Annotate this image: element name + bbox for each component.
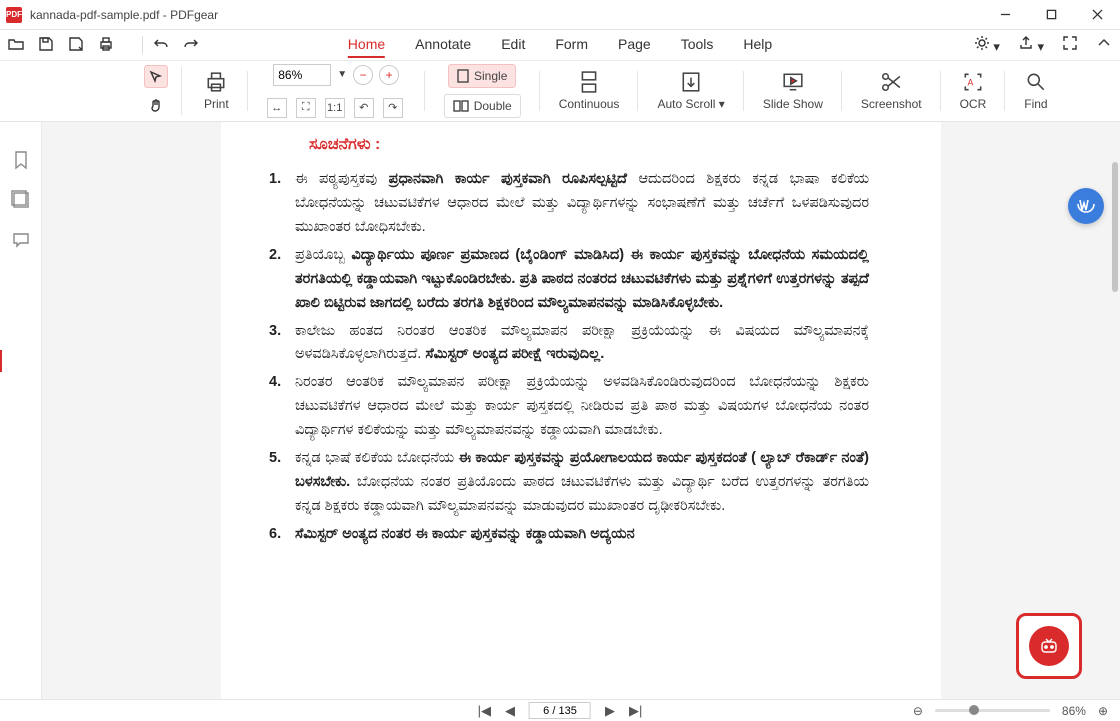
share-icon[interactable]: ▾ [1018, 35, 1044, 55]
titlebar: PDF kannada-pdf-sample.pdf - PDFgear [0, 0, 1120, 30]
menu-tools[interactable]: Tools [681, 32, 714, 58]
doc-heading: ಸೂಚನೆಗಳು : [269, 136, 869, 154]
print-label[interactable]: Print [204, 97, 229, 111]
window-controls [982, 0, 1120, 30]
autoscroll-label: Auto Scroll ▾ [657, 97, 724, 111]
zoom-in-status-button[interactable]: ⊕ [1098, 704, 1108, 718]
zoom-out-button[interactable]: − [353, 65, 373, 85]
doc-list: ಈ ಪಠ್ಯಪುಸ್ತಕವು ಪ್ರಧಾನವಾಗಿ ಕಾರ್ಯ ಪುಸ್ತಕವಾ… [269, 168, 869, 547]
doc-list-item-text: ಕನ್ನಡ ಭಾಷೆ ಕಲಿಕೆಯ ಬೋಧನೆಯ ಈ ಕಾರ್ಯ ಪುಸ್ತಕವ… [295, 447, 869, 519]
doc-list-item: ಕಾಲೇಜು ಹಂತದ ನಿರಂತರ ಆಂತರಿಕ ಮೌಲ್ಯಮಾಪನ ಪರೀಕ… [269, 320, 869, 368]
continuous-icon [578, 71, 600, 93]
statusbar: |◀ ◀ ▶ ▶| ⊖ 86% ⊕ [0, 699, 1120, 721]
autoscroll-group[interactable]: Auto Scroll ▾ [647, 61, 734, 121]
app-icon: PDF [6, 7, 22, 23]
ai-bot-button[interactable] [1016, 613, 1082, 679]
print-group: Print [194, 61, 239, 121]
menu-edit[interactable]: Edit [501, 32, 525, 58]
theme-icon[interactable]: ▾ [974, 35, 1000, 55]
doc-list-item: ಕನ್ನಡ ಭಾಷೆ ಕಲಿಕೆಯ ಬೋಧನೆಯ ಈ ಕಾರ್ಯ ಪುಸ್ತಕವ… [269, 447, 869, 519]
select-tool[interactable] [144, 65, 168, 88]
next-page-button[interactable]: ▶ [605, 703, 615, 719]
bookmark-icon[interactable] [11, 150, 31, 170]
doc-list-item-text: ಈ ಪಠ್ಯಪುಸ್ತಕವು ಪ್ರಧಾನವಾಗಿ ಕಾರ್ಯ ಪುಸ್ತಕವಾ… [295, 168, 869, 240]
doc-list-item: ನಿರಂತರ ಆಂತರಿಕ ಮೌಲ್ಯಮಾಪನ ಪರೀಕ್ಷಾ ಪ್ರಕ್ರಿಯ… [269, 371, 869, 443]
left-sidebar [0, 122, 42, 699]
page-number-input[interactable] [529, 702, 591, 719]
zoom-slider[interactable] [935, 709, 1050, 712]
vertical-scrollbar[interactable] [1110, 128, 1118, 693]
doc-list-item: ಪ್ರತಿಯೊಬ್ಬ ವಿದ್ಯಾರ್ಥಿಯು ಪೂರ್ಣ ಪ್ರಮಾಣದ (ಬ… [269, 244, 869, 316]
hand-tool[interactable] [144, 94, 168, 117]
view-mode-group: Single Double [434, 61, 531, 121]
collapse-ribbon-icon[interactable] [1096, 35, 1112, 55]
save-as-icon[interactable] [68, 36, 84, 55]
screenshot-label: Screenshot [861, 97, 922, 111]
doc-list-item-text: ಪ್ರತಿಯೊಬ್ಬ ವಿದ್ಯಾರ್ಥಿಯು ಪೂರ್ಣ ಪ್ರಮಾಣದ (ಬ… [295, 244, 869, 316]
save-icon[interactable] [38, 36, 54, 55]
continuous-label: Continuous [559, 97, 620, 111]
menubar: Home Annotate Edit Form Page Tools Help … [0, 30, 1120, 60]
print-icon[interactable] [98, 36, 114, 55]
rotate-left-icon[interactable]: ↶ [354, 98, 374, 118]
ocr-group[interactable]: A OCR [950, 61, 997, 121]
open-icon[interactable] [8, 36, 24, 55]
find-group[interactable]: Find [1014, 61, 1057, 121]
menu-form[interactable]: Form [555, 32, 588, 58]
menu-home[interactable]: Home [348, 32, 385, 58]
minimize-button[interactable] [982, 0, 1028, 30]
actual-size-icon[interactable]: 1:1 [325, 98, 345, 118]
thumbnails-icon[interactable] [11, 190, 31, 210]
svg-text:A: A [967, 77, 973, 87]
doc-list-item: ಈ ಪಠ್ಯಪುಸ್ತಕವು ಪ್ರಧಾನವಾಗಿ ಕಾರ್ಯ ಪುಸ್ತಕವಾ… [269, 168, 869, 240]
zoom-in-button[interactable]: + [379, 65, 399, 85]
document-viewport[interactable]: ಸೂಚನೆಗಳು : ಈ ಪಠ್ಯಪುಸ್ತಕವು ಪ್ರಧಾನವಾಗಿ ಕಾರ… [42, 122, 1120, 699]
find-label: Find [1024, 97, 1047, 111]
ribbon: Print ▼ − + ↔ ⛶ 1:1 ↶ ↷ Single Double Co… [0, 60, 1120, 122]
fit-width-icon[interactable]: ↔ [267, 98, 287, 118]
scrollbar-thumb[interactable] [1112, 162, 1118, 292]
maximize-button[interactable] [1028, 0, 1074, 30]
redo-icon[interactable] [183, 36, 199, 55]
zoom-status: ⊖ 86% ⊕ [913, 704, 1108, 718]
fullscreen-icon[interactable] [1062, 35, 1078, 55]
menu-help[interactable]: Help [743, 32, 772, 58]
rotate-right-icon[interactable]: ↷ [383, 98, 403, 118]
single-view-button[interactable]: Single [448, 64, 516, 88]
prev-page-button[interactable]: ◀ [505, 703, 515, 719]
window-title: kannada-pdf-sample.pdf - PDFgear [30, 8, 982, 22]
screenshot-group[interactable]: Screenshot [851, 61, 932, 121]
scissors-icon [880, 71, 902, 93]
first-page-button[interactable]: |◀ [478, 703, 491, 719]
zoom-input[interactable] [273, 64, 331, 86]
menu-page[interactable]: Page [618, 32, 651, 58]
close-button[interactable] [1074, 0, 1120, 30]
undo-icon[interactable] [153, 36, 169, 55]
search-icon [1025, 71, 1047, 93]
slideshow-group[interactable]: Slide Show [753, 61, 833, 121]
zoom-value-label: 86% [1062, 704, 1086, 718]
menu-annotate[interactable]: Annotate [415, 32, 471, 58]
last-page-button[interactable]: ▶| [629, 703, 642, 719]
document-page: ಸೂಚನೆಗಳು : ಈ ಪಠ್ಯಪುಸ್ತಕವು ಪ್ರಧಾನವಾಗಿ ಕಾರ… [221, 122, 941, 699]
comments-icon[interactable] [11, 230, 31, 250]
doc-list-item-text: ನಿರಂತರ ಆಂತರಿಕ ಮೌಲ್ಯಮಾಪನ ಪರೀಕ್ಷಾ ಪ್ರಕ್ರಿಯ… [295, 371, 869, 443]
continuous-group[interactable]: Continuous [549, 61, 630, 121]
word-convert-button[interactable] [1068, 188, 1104, 224]
ocr-label: OCR [960, 97, 987, 111]
autoscroll-icon [680, 71, 702, 93]
doc-list-item-text: ಸೆಮಿಸ್ಟರ್ ಅಂತ್ಯದ ನಂತರ ಈ ಕಾರ್ಯ ಪುಸ್ತಕವನ್ನ… [295, 523, 869, 547]
zoom-group: ▼ − + ↔ ⛶ 1:1 ↶ ↷ [257, 61, 416, 121]
fit-page-icon[interactable]: ⛶ [296, 98, 316, 118]
zoom-out-status-button[interactable]: ⊖ [913, 704, 923, 718]
slideshow-icon [782, 71, 804, 93]
doc-list-item-text: ಕಾಲೇಜು ಹಂತದ ನಿರಂತರ ಆಂತರಿಕ ಮೌಲ್ಯಮಾಪನ ಪರೀಕ… [295, 320, 869, 368]
printer-icon [205, 71, 227, 93]
double-view-button[interactable]: Double [444, 94, 521, 118]
ocr-icon: A [962, 71, 984, 93]
doc-list-item: ಸೆಮಿಸ್ಟರ್ ಅಂತ್ಯದ ನಂತರ ಈ ಕಾರ್ಯ ಪುಸ್ತಕವನ್ನ… [269, 523, 869, 547]
slideshow-label: Slide Show [763, 97, 823, 111]
page-navigation: |◀ ◀ ▶ ▶| [478, 702, 643, 719]
